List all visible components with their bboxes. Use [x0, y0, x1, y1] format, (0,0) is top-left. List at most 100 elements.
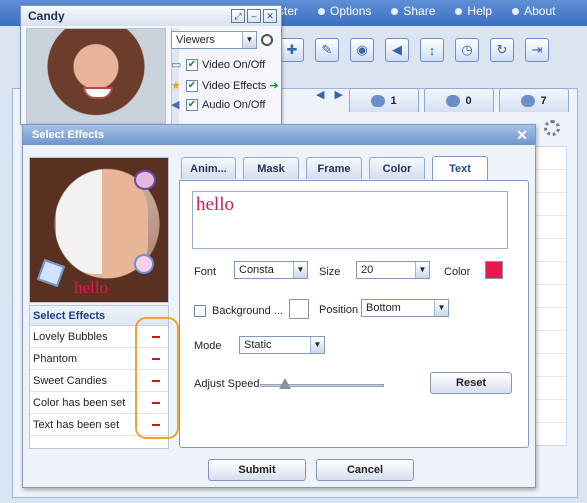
size-label: Size [319, 266, 341, 278]
menu-item-about[interactable]: About [512, 4, 555, 18]
effect-label: Sweet Candies [33, 374, 107, 387]
option-video-effects[interactable]: ★ ✔ Video Effects ➔ [171, 79, 279, 92]
webcam-icon[interactable]: ◉ [350, 38, 374, 62]
main-toolbar: ✚ ✎ ◉ ◀ ↕ ◷ ↻ ⇥ [280, 38, 560, 62]
candy-sticker [134, 254, 154, 274]
select-effects-dialog: Select Effects ✕ hello Select Effects Lo… [22, 124, 536, 488]
effect-label: Text has been set [33, 418, 120, 431]
edit-icon[interactable]: ✎ [315, 38, 339, 62]
tab-text[interactable]: Text [432, 156, 488, 180]
video-effects-checkbox[interactable]: ✔ [186, 79, 198, 92]
close-icon[interactable]: ✕ [516, 127, 528, 144]
background-color-swatch[interactable] [289, 299, 309, 319]
size-select-value: 20 [361, 264, 374, 276]
viewers-select-value: Viewers [176, 34, 215, 46]
gear-icon[interactable] [544, 120, 560, 136]
chevron-down-icon[interactable]: ▼ [434, 300, 448, 316]
arrow-right-icon[interactable]: ➔ [269, 79, 278, 92]
star-icon: ★ [171, 79, 181, 92]
effect-text-value: hello [196, 194, 234, 215]
group-icon [446, 94, 461, 107]
bullet-icon [455, 7, 463, 15]
arrow-right-icon[interactable]: ▶ [334, 89, 342, 101]
preview-text-overlay: hello [74, 278, 108, 297]
tab-chat[interactable]: 7 [499, 88, 569, 112]
main-menu: ster Options Share Help About [278, 4, 575, 18]
tab-frame[interactable]: Frame [306, 157, 362, 179]
adjust-speed-label: Adjust Speed [194, 378, 260, 390]
tab-contacts[interactable]: 1 [349, 88, 419, 112]
mode-select[interactable]: Static ▼ [239, 336, 325, 354]
search-viewer-icon[interactable] [261, 34, 273, 46]
tab-color[interactable]: Color [369, 157, 425, 179]
font-select[interactable]: Consta ▼ [234, 261, 308, 279]
remove-buttons-highlight [135, 317, 179, 439]
menu-item-share[interactable]: Share [391, 4, 435, 18]
effect-label: Color has been set [33, 396, 126, 409]
menu-item-help[interactable]: Help [455, 4, 492, 18]
option-video-onoff[interactable]: ▭ ✔ Video On/Off [171, 59, 265, 71]
effect-label: Phantom [33, 352, 78, 365]
window-controls: ⤢ – ✕ [229, 9, 277, 23]
camera-icon: ▭ [171, 59, 182, 71]
tab-mask[interactable]: Mask [243, 157, 299, 179]
position-select-value: Bottom [366, 302, 401, 314]
text-tab-panel: hello Font Consta ▼ Size 20 ▼ Color Backgr… [179, 180, 529, 448]
video-face [83, 87, 113, 99]
menu-label: About [524, 4, 556, 18]
chevron-down-icon[interactable]: ▼ [310, 337, 324, 353]
tab-animation[interactable]: Anim... [181, 157, 236, 179]
arrow-left-icon[interactable]: ◀ [316, 89, 324, 101]
font-select-value: Consta [239, 264, 274, 276]
audio-onoff-checkbox[interactable]: ✔ [186, 99, 198, 111]
font-label: Font [194, 266, 217, 278]
chevron-down-icon[interactable]: ▼ [293, 262, 307, 278]
minimize-icon[interactable]: – [247, 9, 261, 23]
dialog-title: Select Effects [23, 125, 535, 145]
background-label: Background ... [212, 305, 283, 317]
redo-icon[interactable]: ↻ [490, 38, 514, 62]
tab-count: 0 [465, 94, 472, 107]
effect-text-input[interactable]: hello [192, 191, 508, 249]
speed-slider-thumb[interactable] [278, 378, 291, 389]
volume-slider-icon[interactable]: ↕ [420, 38, 444, 62]
menu-item-options[interactable]: Options [318, 4, 371, 18]
candy-sticker [134, 170, 156, 190]
option-label: Video On/Off [202, 59, 266, 71]
option-label: Video Effects [202, 79, 267, 92]
contacts-icon [371, 94, 386, 107]
effect-label: Lovely Bubbles [33, 330, 108, 343]
history-icon[interactable]: ◷ [455, 38, 479, 62]
effect-tabs: Anim... Mask Frame Color Text [181, 156, 495, 180]
bullet-icon [391, 7, 399, 15]
restore-icon[interactable]: ⤢ [231, 9, 245, 23]
menu-label: Help [467, 4, 493, 18]
chevron-down-icon[interactable]: ▼ [242, 32, 256, 48]
position-select[interactable]: Bottom ▼ [361, 299, 449, 317]
menu-label: Options [330, 4, 372, 18]
tab-scroll-arrows[interactable]: ◀ ▶ [316, 88, 353, 101]
text-color-swatch[interactable] [485, 261, 503, 279]
video-onoff-checkbox[interactable]: ✔ [186, 59, 198, 71]
cancel-button[interactable]: Cancel [316, 459, 414, 481]
size-select[interactable]: 20 ▼ [356, 261, 430, 279]
bullet-icon [318, 7, 326, 15]
color-label: Color [444, 266, 471, 278]
background-checkbox[interactable] [194, 305, 206, 317]
option-audio-onoff[interactable]: ◀ ✔ Audio On/Off [171, 99, 265, 111]
speaker-icon: ◀ [171, 99, 180, 111]
candy-window: Candy ⤢ – ✕ Viewers ▼ ▭ ✔ Video On/Off ★ ✔ Vi… [20, 5, 282, 125]
logout-icon[interactable]: ⇥ [525, 38, 549, 62]
close-icon[interactable]: ✕ [263, 9, 277, 23]
tab-count: 7 [540, 94, 547, 107]
reset-button[interactable]: Reset [430, 372, 512, 394]
tab-groups[interactable]: 0 [424, 88, 494, 112]
option-label: Audio On/Off [202, 99, 266, 111]
gamepad-icon[interactable]: ✚ [280, 38, 304, 62]
submit-button[interactable]: Submit [208, 459, 306, 481]
webcam-video [26, 28, 166, 124]
chevron-down-icon[interactable]: ▼ [415, 262, 429, 278]
speaker-icon[interactable]: ◀ [385, 38, 409, 62]
viewers-select[interactable]: Viewers ▼ [171, 31, 257, 49]
tab-count: 1 [390, 94, 397, 107]
